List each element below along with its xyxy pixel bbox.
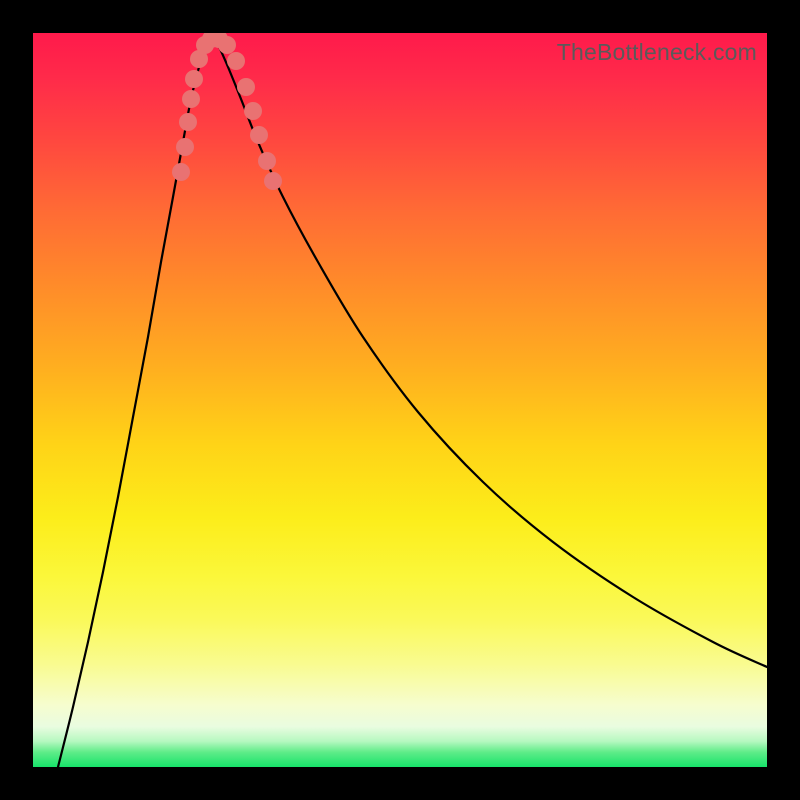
data-marker bbox=[237, 78, 255, 96]
data-marker bbox=[172, 163, 190, 181]
bottleneck-curve bbox=[58, 37, 767, 767]
data-marker bbox=[250, 126, 268, 144]
data-marker bbox=[227, 52, 245, 70]
data-marker bbox=[264, 172, 282, 190]
chart-frame: TheBottleneck.com bbox=[0, 0, 800, 800]
plot-area: TheBottleneck.com bbox=[33, 33, 767, 767]
data-marker bbox=[182, 90, 200, 108]
curve-layer bbox=[33, 33, 767, 767]
data-marker bbox=[176, 138, 194, 156]
data-marker bbox=[258, 152, 276, 170]
data-marker bbox=[179, 113, 197, 131]
data-marker bbox=[218, 36, 236, 54]
data-marker bbox=[244, 102, 262, 120]
data-marker bbox=[185, 70, 203, 88]
